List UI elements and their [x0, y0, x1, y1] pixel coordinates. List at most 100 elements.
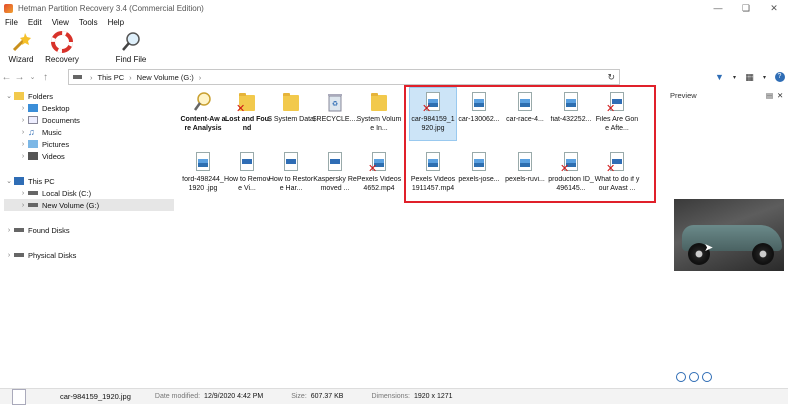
tree-item-found-disks[interactable]: › Found Disks — [4, 224, 70, 236]
app-window: Hetman Partition Recovery 3.4 (Commercia… — [0, 0, 788, 405]
file-label: System Volume In... — [356, 116, 402, 132]
file-thumbnail-icon — [12, 388, 26, 405]
file-item[interactable]: ✕ Pexels Videos 4652.mp4 — [356, 148, 402, 200]
wizard-button[interactable]: Wizard — [6, 30, 36, 64]
tree-label: Desktop — [42, 103, 70, 113]
rotate-left-icon[interactable] — [676, 372, 686, 382]
breadcrumb-sep-icon: › — [90, 72, 93, 82]
minimize-button[interactable]: — — [704, 0, 732, 16]
drive-icon — [14, 228, 24, 232]
document-icon — [325, 151, 345, 173]
file-item[interactable]: Kaspersky Removed ... — [312, 148, 358, 200]
deleted-mark-icon: ✕ — [236, 103, 246, 115]
status-date-label: Date modified: — [154, 393, 201, 400]
cursor-icon: ➤ — [704, 242, 714, 254]
view-dropdown-icon[interactable]: ▾ — [757, 70, 772, 84]
tree-label: Music — [42, 127, 62, 137]
music-icon: ♫ — [28, 127, 35, 137]
history-chevron-icon[interactable]: ⌄ — [26, 73, 39, 81]
file-item[interactable]: How to Restore Har... — [268, 148, 314, 200]
forward-arrow-icon[interactable]: → — [13, 72, 26, 83]
menu-edit[interactable]: Edit — [23, 18, 47, 27]
navigation-bar: ← → ⌄ ↑ › This PC › New Volume (G:) › ↻ — [0, 69, 788, 85]
find-file-label: Find File — [115, 55, 147, 64]
rotate-right-icon[interactable] — [689, 372, 699, 382]
file-label: How to Restore Har... — [268, 176, 314, 192]
chevron-right-icon[interactable]: › — [4, 252, 14, 259]
view-mode-icon[interactable]: ▦ — [742, 70, 757, 84]
pictures-icon — [28, 140, 38, 148]
menu-view[interactable]: View — [47, 18, 74, 27]
chevron-right-icon[interactable]: › — [18, 141, 28, 148]
car-wheel-shape — [752, 243, 774, 265]
breadcrumb-sep-icon: › — [129, 72, 132, 82]
file-item[interactable]: $ System Data — [268, 88, 314, 140]
file-item[interactable]: System Volume In... — [356, 88, 402, 140]
file-item[interactable]: Content-Aw are Analysis — [180, 88, 226, 140]
folder-icon — [14, 92, 24, 100]
reset-icon[interactable] — [702, 372, 712, 382]
find-file-button[interactable]: Find File — [113, 30, 149, 64]
up-arrow-icon[interactable]: ↑ — [39, 72, 52, 83]
file-label: $RECYCLE.... — [312, 116, 358, 123]
app-logo-icon — [4, 3, 13, 13]
refresh-icon[interactable]: ↻ — [607, 72, 615, 83]
folder-icon — [369, 91, 389, 113]
file-item[interactable]: How to Remove Vi... — [224, 148, 270, 200]
filter-icon[interactable]: ▼ — [712, 70, 727, 84]
close-preview-icon[interactable]: ✕ — [777, 91, 783, 100]
file-item[interactable]: ford-498244_ 1920 .jpg — [180, 148, 226, 200]
tree-item-videos[interactable]: › Videos — [18, 150, 65, 162]
recovery-button[interactable]: Recovery — [45, 30, 79, 64]
tree-label: Pictures — [42, 139, 70, 149]
tree-item-new-volume[interactable]: › New Volume (G:) — [4, 199, 174, 211]
tree-item-pictures[interactable]: › Pictures — [18, 138, 69, 150]
menu-file[interactable]: File — [0, 18, 23, 27]
wizard-label: Wizard — [8, 55, 34, 64]
videos-icon — [28, 152, 38, 160]
chevron-right-icon[interactable]: › — [18, 190, 28, 197]
menu-help[interactable]: Help — [103, 18, 129, 27]
chevron-right-icon[interactable]: › — [18, 105, 28, 112]
folder-icon — [281, 91, 301, 113]
tree-item-documents[interactable]: › Documents — [18, 114, 80, 126]
preview-image: ➤ — [674, 199, 784, 271]
highlight-box — [404, 85, 656, 203]
tree-item-music[interactable]: › ♫ Music — [18, 126, 62, 138]
recovery-label: Recovery — [45, 55, 79, 64]
back-arrow-icon[interactable]: ← — [0, 72, 13, 83]
chevron-right-icon[interactable]: › — [18, 117, 28, 124]
close-button[interactable]: ✕ — [760, 0, 788, 16]
tree-item-local-disk[interactable]: › Local Disk (C:) — [18, 187, 91, 199]
tree-item-desktop[interactable]: › Desktop — [18, 102, 70, 114]
help-icon[interactable]: ? — [772, 70, 787, 84]
computer-icon — [14, 177, 24, 185]
filter-dropdown-icon[interactable]: ▾ — [727, 70, 742, 84]
preview-title: Preview — [670, 90, 697, 100]
breadcrumb-this-pc[interactable]: This PC — [98, 73, 125, 82]
file-item[interactable]: ✕ Lost and Found — [224, 88, 270, 140]
chevron-right-icon[interactable]: › — [18, 129, 28, 136]
chevron-down-icon[interactable]: ⌄ — [4, 177, 14, 185]
pin-icon[interactable]: ▤ — [766, 91, 773, 100]
drive-icon — [28, 191, 38, 195]
status-size-label: Size: — [291, 393, 307, 400]
tree-label: Physical Disks — [28, 250, 77, 260]
drive-icon — [14, 253, 24, 257]
menu-tools[interactable]: Tools — [74, 18, 103, 27]
tree-item-folders[interactable]: ⌄ Folders — [4, 90, 53, 102]
tree-item-this-pc[interactable]: ⌄ This PC — [4, 175, 55, 187]
address-bar[interactable]: › This PC › New Volume (G:) › ↻ — [68, 69, 620, 85]
file-item[interactable]: ♻ $RECYCLE.... — [312, 88, 358, 140]
file-label: ford-498244_ 1920 .jpg — [182, 176, 224, 192]
tree-label: Local Disk (C:) — [42, 188, 92, 198]
chevron-down-icon[interactable]: ⌄ — [4, 92, 14, 100]
document-icon — [237, 151, 257, 173]
chevron-right-icon[interactable]: › — [18, 153, 28, 160]
tree-item-physical-disks[interactable]: › Physical Disks — [4, 249, 77, 261]
chevron-right-icon[interactable]: › — [18, 202, 28, 209]
breadcrumb-new-volume[interactable]: New Volume (G:) — [137, 73, 194, 82]
chevron-right-icon[interactable]: › — [4, 227, 14, 234]
image-icon — [193, 151, 213, 173]
maximize-button[interactable]: ❏ — [732, 0, 760, 16]
